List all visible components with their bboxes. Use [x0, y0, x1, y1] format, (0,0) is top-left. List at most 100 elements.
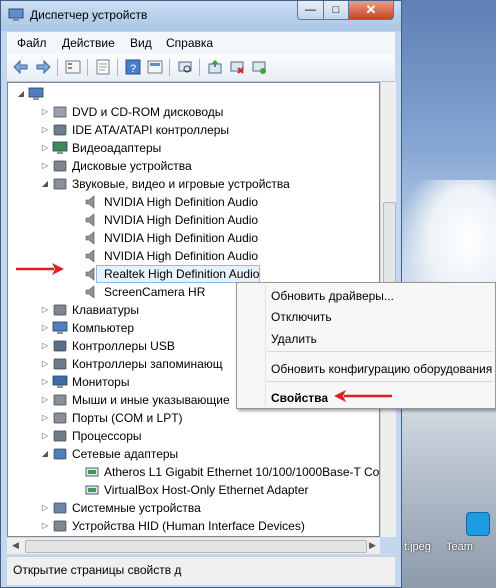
tree-item-label: Системные устройства [72, 501, 201, 515]
collapse-arrow-icon[interactable]: ◢ [40, 445, 50, 463]
minimize-button[interactable]: — [297, 1, 324, 20]
tree-item-label: NVIDIA High Definition Audio [104, 249, 259, 263]
minimize-icon: — [305, 4, 316, 16]
tree-child-row[interactable]: NVIDIA High Definition Audio [8, 229, 379, 247]
expand-arrow-icon[interactable]: ▷ [40, 103, 50, 121]
expand-arrow-icon[interactable]: ▷ [40, 301, 50, 319]
expand-arrow-icon[interactable]: ▷ [40, 121, 50, 139]
tree-item-label: Устройства HID (Human Interface Devices) [72, 519, 305, 533]
annotation-arrow-right-icon [334, 390, 392, 402]
expand-arrow-icon[interactable]: ▷ [40, 391, 50, 409]
menu-separator [267, 351, 493, 352]
device-view-icon[interactable] [147, 59, 163, 75]
system-device-icon [53, 502, 67, 514]
properties-icon[interactable] [95, 59, 111, 75]
tree-item-label: Realtek High Definition Audio [104, 267, 260, 281]
toolbar-separator [169, 59, 170, 76]
tree-category-row[interactable]: ▷ IDE ATA/ATAPI контроллеры [8, 121, 379, 139]
menu-item-scan-hardware[interactable]: Обновить конфигурацию оборудования [271, 362, 492, 376]
desktop-app-label[interactable]: Team [446, 541, 473, 553]
mouse-icon [53, 394, 67, 406]
menu-action[interactable]: Действие [62, 36, 115, 50]
title-bar[interactable]: Диспетчер устройств — □ ✕ [1, 1, 401, 31]
annotation-arrow-left-icon [16, 263, 64, 275]
menu-file[interactable]: Файл [17, 36, 47, 50]
expand-arrow-icon[interactable]: ▷ [40, 157, 50, 175]
menu-item-uninstall[interactable]: Удалить [271, 332, 317, 346]
ide-controller-icon [53, 124, 67, 136]
tree-child-row[interactable]: NVIDIA High Definition Audio [8, 193, 379, 211]
horizontal-scrollbar[interactable]: ◀ ▶ [7, 537, 380, 554]
tree-category-row[interactable]: ▷ Порты (COM и LPT) [8, 409, 379, 427]
scroll-left-icon[interactable]: ◀ [12, 540, 19, 551]
tree-item-label: VirtualBox Host-Only Ethernet Adapter [104, 483, 309, 497]
menu-item-update-drivers[interactable]: Обновить драйверы... [271, 289, 394, 303]
tree-category-row[interactable]: ▷ Устройства HID (Human Interface Devices… [8, 517, 379, 535]
device-manager-icon [8, 8, 24, 21]
tree-item-label: DVD и CD-ROM дисководы [72, 105, 224, 119]
tree-category-row[interactable]: ◢ Сетевые адаптеры [8, 445, 379, 463]
expand-arrow-icon[interactable]: ▷ [40, 409, 50, 427]
sound-device-icon [53, 178, 67, 190]
teamviewer-icon[interactable] [466, 512, 490, 536]
disable-device-icon[interactable] [229, 59, 245, 75]
menu-help[interactable]: Справка [166, 36, 213, 50]
processor-icon [53, 430, 67, 442]
back-arrow-icon[interactable] [13, 59, 29, 75]
monitor-icon [52, 375, 68, 388]
help-icon[interactable]: ? [125, 59, 141, 75]
scan-hardware-icon[interactable] [177, 59, 193, 75]
expand-arrow-icon[interactable]: ▷ [40, 337, 50, 355]
tree-item-label: Звуковые, видео и игровые устройства [72, 177, 290, 191]
speaker-icon [85, 249, 95, 263]
expand-arrow-icon[interactable]: ▷ [40, 373, 50, 391]
menu-bar: Файл Действие Вид Справка [7, 32, 395, 54]
menu-separator [267, 381, 493, 382]
uninstall-device-icon[interactable] [251, 59, 267, 75]
collapse-arrow-icon[interactable]: ◢ [40, 175, 50, 193]
maximize-button[interactable]: □ [323, 1, 349, 20]
tree-item-label: Порты (COM и LPT) [72, 411, 183, 425]
tree-category-row[interactable]: ◢ Звуковые, видео и игровые устройства [8, 175, 379, 193]
tree-category-row[interactable]: ▷ Дисковые устройства [8, 157, 379, 175]
tree-item-label: Дисковые устройства [72, 159, 192, 173]
toolbar-separator [57, 59, 58, 76]
tree-item-label: Мониторы [72, 375, 130, 389]
speaker-icon [85, 213, 95, 227]
tree-category-row[interactable]: ◢ [8, 85, 379, 103]
menu-view[interactable]: Вид [130, 36, 152, 50]
scroll-right-icon[interactable]: ▶ [369, 540, 376, 551]
tree-item-label: Мыши и иные указывающие [72, 393, 230, 407]
close-icon: ✕ [365, 2, 377, 17]
tree-category-row[interactable]: ▷ Видеоадаптеры [8, 139, 379, 157]
menu-item-disable[interactable]: Отключить [271, 310, 332, 324]
close-button[interactable]: ✕ [348, 1, 394, 20]
tree-child-row[interactable]: VirtualBox Host-Only Ethernet Adapter [8, 481, 379, 499]
collapse-arrow-icon[interactable]: ◢ [16, 85, 26, 103]
update-driver-icon[interactable] [207, 59, 223, 75]
speaker-icon [85, 231, 95, 245]
expand-arrow-icon[interactable]: ▷ [40, 139, 50, 157]
tree-item-label: Контроллеры запоминающ [72, 357, 223, 371]
tree-child-row[interactable]: NVIDIA High Definition Audio [8, 211, 379, 229]
device-tree-icon[interactable] [65, 59, 81, 75]
expand-arrow-icon[interactable]: ▷ [40, 355, 50, 373]
toolbar-separator [87, 59, 88, 76]
tree-category-row[interactable]: ▷ Процессоры [8, 427, 379, 445]
tree-item-label: Клавиатуры [72, 303, 139, 317]
menu-item-properties[interactable]: Свойства [271, 391, 328, 405]
tree-child-row[interactable]: Atheros L1 Gigabit Ethernet 10/100/1000B… [8, 463, 379, 481]
tree-item-label: NVIDIA High Definition Audio [104, 213, 259, 227]
speaker-icon [85, 267, 95, 281]
expand-arrow-icon[interactable]: ▷ [40, 427, 50, 445]
expand-arrow-icon[interactable]: ▷ [40, 499, 50, 517]
expand-arrow-icon[interactable]: ▷ [40, 517, 50, 535]
expand-arrow-icon[interactable]: ▷ [40, 319, 50, 337]
port-icon [53, 412, 67, 424]
tree-item-label: NVIDIA High Definition Audio [104, 231, 259, 245]
horizontal-scroll-thumb[interactable] [25, 540, 367, 553]
tree-category-row[interactable]: ▷ Системные устройства [8, 499, 379, 517]
tree-category-row[interactable]: ▷ DVD и CD-ROM дисководы [8, 103, 379, 121]
desktop-file-label[interactable]: t.jpeg [404, 541, 431, 553]
forward-arrow-icon[interactable] [35, 59, 51, 75]
